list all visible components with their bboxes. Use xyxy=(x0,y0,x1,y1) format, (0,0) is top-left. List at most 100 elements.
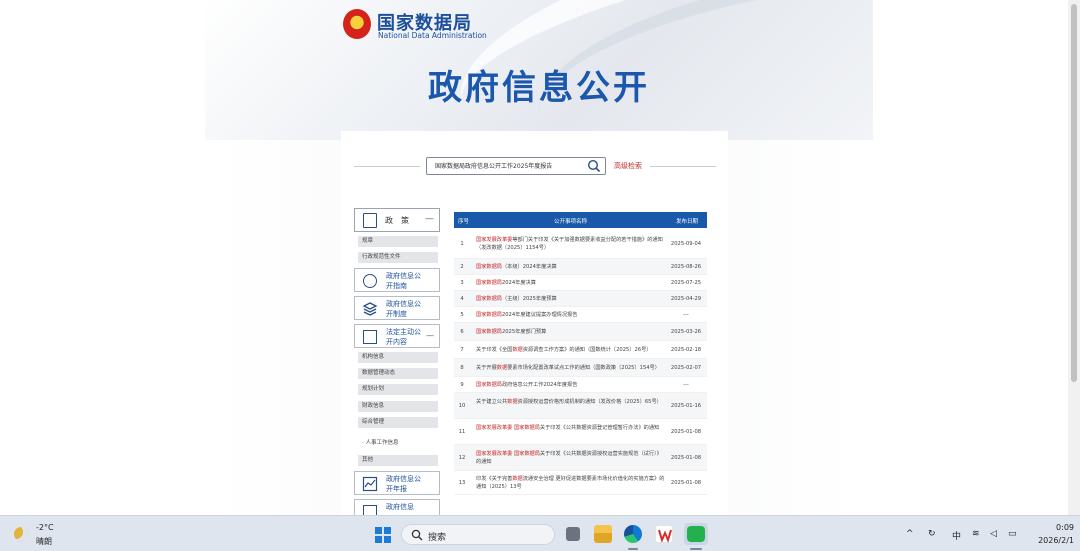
sidebar-item-plans[interactable]: 规划计划 xyxy=(358,384,438,395)
row-title-highlight: 国家数据局 xyxy=(476,312,502,318)
sidebar-item-label: 法定主动公开内容 xyxy=(386,328,421,346)
file-explorer-icon[interactable] xyxy=(594,525,612,543)
row-date: 2025-01-08 xyxy=(670,429,702,435)
search-icon[interactable] xyxy=(587,159,601,173)
table-row[interactable]: 3 国家数据局2024年度决算 2025-07-25 xyxy=(454,275,707,291)
active-app-indicator xyxy=(690,548,702,550)
row-title-suffix: 资源调查工作方案》的通知（国数统计〔2025〕26号） xyxy=(522,347,652,353)
row-number: 1 xyxy=(460,241,464,247)
sidebar-item-other[interactable]: 其他 xyxy=(358,455,438,466)
row-title-highlight: 国家数据局 xyxy=(476,280,502,286)
weather-moon-icon[interactable] xyxy=(14,527,28,541)
sidebar-policy-header[interactable]: 政策 — xyxy=(354,208,440,232)
scrollbar-thumb[interactable] xyxy=(1071,4,1077,382)
row-title-link[interactable]: 国家数据局（本级）2024年度决算 xyxy=(476,263,666,271)
row-title-link[interactable]: 国家数据局（主级）2025年度预算 xyxy=(476,295,666,303)
row-title-link[interactable]: 国家发展改革委等部门关于印发《关于加强数据要素收益分配的若干措施》的通知（发改数… xyxy=(476,236,666,252)
windows-taskbar: -2°C 晴朗 搜索 ^ ↻ 中 ≋ ◁ ▭ 0:09 2026/2/1 xyxy=(0,515,1080,551)
sidebar-item-disclosure-guide[interactable]: 政府信息公开指南 xyxy=(354,268,440,292)
wechat-highlight[interactable] xyxy=(684,523,708,545)
sidebar-item-regulations[interactable]: 规章 xyxy=(358,236,438,247)
tray-sync-icon[interactable]: ↻ xyxy=(928,529,936,539)
table-row[interactable]: 7 关于印发《全国数据资源调查工作方案》的通知（国数统计〔2025〕26号） 202… xyxy=(454,341,707,359)
row-title-highlight: 数据 xyxy=(512,476,523,482)
wps-office-icon[interactable] xyxy=(655,525,673,543)
sidebar-header-label: 政策 xyxy=(385,216,417,225)
row-number: 2 xyxy=(460,264,464,270)
doc-icon xyxy=(363,505,377,515)
row-title-link[interactable]: 国家发展改革委 国家数据局关于印发《公共数据资源授权运营实施规范（试行）》的通知 xyxy=(476,450,666,466)
table-row[interactable]: 13 印发《关于完善数据流通安全治理 更好促进数据要素市场化价值化的实施方案》的通… xyxy=(454,471,707,495)
row-number: 7 xyxy=(460,347,464,353)
sidebar-item-annual-report[interactable]: 政府信息公开年报 xyxy=(354,471,440,495)
row-number: 6 xyxy=(460,329,464,335)
table-row[interactable]: 11 国家发展改革委 国家数据局关于印发《公共数据资源登记管理暂行办法》的通知 20… xyxy=(454,419,707,445)
weather-description[interactable]: 晴朗 xyxy=(36,536,52,547)
sidebar-item-general-mgmt[interactable]: 综合管理 xyxy=(358,417,438,428)
row-title-highlight: 国家数据局 xyxy=(476,296,502,302)
table-row[interactable]: 10 关于建立公共数据资源授权运营价格形成机制的通知（发改价格〔2025〕65号）… xyxy=(454,393,707,419)
row-date: 2025-02-18 xyxy=(670,347,702,353)
table-row[interactable]: 2 国家数据局（本级）2024年度决算 2025-08-26 xyxy=(454,259,707,275)
taskbar-search-placeholder: 搜索 xyxy=(428,533,447,543)
sidebar-item-org-info[interactable]: 机构信息 xyxy=(358,352,438,363)
table-row[interactable]: 1 国家发展改革委等部门关于印发《关于加强数据要素收益分配的若干措施》的通知（发改… xyxy=(454,229,707,259)
table-row[interactable]: 5 国家数据局2024年度建议提案办理情况报告 --- xyxy=(454,307,707,323)
search-input[interactable]: 国家数据局政府信息公开工作2025年度报告 xyxy=(426,157,606,175)
collapse-icon[interactable]: — xyxy=(426,331,434,340)
row-title-prefix: 印发《关于完善 xyxy=(476,476,513,482)
row-date: 2025-09-04 xyxy=(670,241,702,247)
speaker-icon[interactable]: ◁ xyxy=(990,529,997,539)
row-title-link[interactable]: 国家数据局2025年度部门预算 xyxy=(476,328,666,336)
row-title-link[interactable]: 关于开展数据要素市场化配置改革试点工作的通知（国数政策〔2025〕154号） xyxy=(476,364,666,372)
sidebar-item-gov-info[interactable]: 政府信息 xyxy=(354,499,440,515)
row-title-suffix: 资源授权运营价格形成机制的通知（发改价格〔2025〕65号） xyxy=(517,399,662,405)
sidebar-item-data-news[interactable]: 数据管理动态 xyxy=(358,368,438,379)
row-title-suffix: （主级）2025年度预算 xyxy=(501,296,557,302)
taskbar-search-box[interactable]: 搜索 xyxy=(401,524,555,545)
table-row[interactable]: 8 关于开展数据要素市场化配置改革试点工作的通知（国数政策〔2025〕154号） 2… xyxy=(454,359,707,377)
sidebar-item-normative-docs[interactable]: 行政规范性文件 xyxy=(358,252,438,263)
tray-chevron-up-icon[interactable]: ^ xyxy=(906,529,914,539)
row-date: 2025-02-07 xyxy=(670,365,702,371)
row-title-highlight: 数据 xyxy=(512,347,523,353)
row-title-link[interactable]: 国家数据局2024年度决算 xyxy=(476,279,666,287)
windows-start-icon[interactable] xyxy=(375,527,391,543)
browser-viewport: 国家数据局 National Data Administration 政府信息公… xyxy=(0,0,1068,515)
table-row[interactable]: 4 国家数据局（主级）2025年度预算 2025-04-29 xyxy=(454,291,707,307)
advanced-search-link[interactable]: 高级检索 xyxy=(614,161,642,171)
row-title-link[interactable]: 国家数据局政府信息公开工作2024年度报告 xyxy=(476,381,666,389)
table-row[interactable]: 12 国家发展改革委 国家数据局关于印发《公共数据资源授权运营实施规范（试行）》的… xyxy=(454,445,707,471)
sidebar-item-statutory-content[interactable]: 法定主动公开内容 — xyxy=(354,324,440,348)
clock-date[interactable]: 2026/2/1 xyxy=(1022,536,1074,545)
row-title-link[interactable]: 国家发展改革委 国家数据局关于印发《公共数据资源登记管理暂行办法》的通知 xyxy=(476,424,666,432)
layers-icon xyxy=(362,302,378,316)
weather-temperature[interactable]: -2°C xyxy=(36,523,54,532)
wifi-icon[interactable]: ≋ xyxy=(972,529,980,539)
active-app-indicator xyxy=(628,548,638,550)
row-number: 5 xyxy=(460,312,464,318)
sidebar-item-label: 政府信息公开制度 xyxy=(386,300,421,318)
battery-icon[interactable]: ▭ xyxy=(1008,529,1017,539)
sidebar-item-personnel[interactable]: · 人事工作信息 xyxy=(362,438,399,446)
vertical-scrollbar[interactable] xyxy=(1068,0,1080,515)
row-title-link[interactable]: 印发《关于完善数据流通安全治理 更好促进数据要素市场化价值化的实施方案》的通知（… xyxy=(476,475,666,491)
table-row[interactable]: 9 国家数据局政府信息公开工作2024年度报告 --- xyxy=(454,377,707,393)
sidebar-item-disclosure-system[interactable]: 政府信息公开制度 xyxy=(354,296,440,320)
sidebar-item-label: 政府信息公开年报 xyxy=(386,475,421,493)
row-title-link[interactable]: 关于建立公共数据资源授权运营价格形成机制的通知（发改价格〔2025〕65号） xyxy=(476,398,666,406)
task-view-icon[interactable] xyxy=(566,527,580,541)
edge-browser-icon[interactable] xyxy=(624,525,642,543)
input-language-indicator[interactable]: 中 xyxy=(952,529,961,542)
table-header: 序号 公开事项名称 发布日期 xyxy=(454,212,707,228)
row-date: 2025-08-26 xyxy=(670,264,702,270)
column-header: 公开事项名称 xyxy=(554,219,588,225)
sidebar-item-finance[interactable]: 财政信息 xyxy=(358,401,438,412)
document-icon xyxy=(363,213,377,228)
row-title-link[interactable]: 关于印发《全国数据资源调查工作方案》的通知（国数统计〔2025〕26号） xyxy=(476,346,666,354)
column-header: 序号 xyxy=(458,219,470,225)
row-title-link[interactable]: 国家数据局2024年度建议提案办理情况报告 xyxy=(476,311,666,319)
table-row[interactable]: 6 国家数据局2025年度部门预算 2025-03-26 xyxy=(454,323,707,341)
collapse-icon[interactable]: — xyxy=(425,214,434,224)
clock-time[interactable]: 0:09 xyxy=(1036,523,1074,532)
